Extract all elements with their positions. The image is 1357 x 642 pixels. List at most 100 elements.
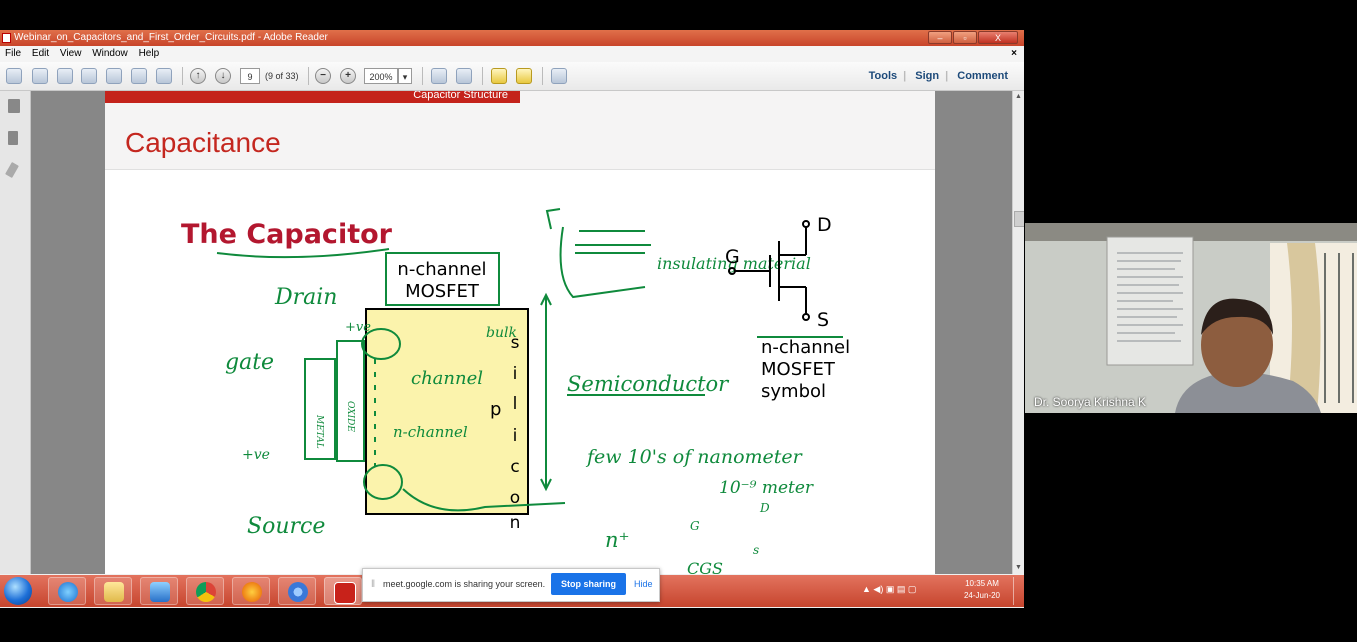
menu-edit[interactable]: Edit [32,48,49,59]
stop-sharing-button[interactable]: Stop sharing [551,573,626,595]
zoom-out-icon[interactable]: − [315,68,331,84]
show-desktop-button[interactable] [1013,577,1022,605]
slide-title: Capacitance [125,127,281,158]
clock-time: 10:35 AM [965,579,999,588]
window-controls: – ▫ X [928,31,1018,44]
symbol-label-2: MOSFET [761,359,836,380]
svg-text:gate: gate [225,350,274,375]
taskbar-chrome-2[interactable] [278,577,316,605]
toolbar-divider [182,67,183,85]
zoom-in-icon[interactable]: + [340,68,356,84]
taskbar-ie[interactable] [48,577,86,605]
video-frame [1025,223,1357,413]
fullscreen-icon[interactable] [551,68,567,84]
previous-page-icon[interactable]: ↑ [190,68,206,84]
svg-text:c: c [510,457,519,477]
screen-share: Webinar_on_Capacitors_and_First_Order_Ci… [0,30,1024,608]
toolbar-divider [482,67,483,85]
toolbar-divider [308,67,309,85]
sign-tab[interactable]: Sign [909,70,945,82]
next-page-icon[interactable]: ↓ [215,68,231,84]
page-number-input[interactable]: 9 [240,68,260,84]
page-count: (9 of 33) [265,71,299,81]
slide-drawing: The Capacitor n-channel MOSFET s i l i c… [181,208,850,574]
menu-help[interactable]: Help [139,48,160,59]
navigation-pane [0,91,31,574]
attachments-icon[interactable] [5,161,19,179]
svg-text:n⁺: n⁺ [605,528,630,552]
insulator-sketch [559,226,646,299]
p-type-label: p [490,399,501,420]
svg-text:Source: Source [247,514,325,539]
terminal-g: G [725,246,740,268]
svg-text:OXIDE: OXIDE [345,401,355,432]
comment-tab[interactable]: Comment [951,70,1014,82]
menu-bar: File Edit View Window Help × [0,46,1024,62]
capacitor-heading: The Capacitor [181,219,393,250]
page-thumbnails-icon[interactable] [8,99,20,113]
svg-text:i: i [513,364,518,384]
drag-handle-icon[interactable]: ‖ [371,579,375,590]
edit-icon[interactable] [57,68,73,84]
box-label-2: MOSFET [405,281,480,302]
fit-page-icon[interactable] [456,68,472,84]
svg-text:s: s [753,543,759,557]
highlight-icon[interactable] [516,68,532,84]
taskbar-adobe-reader[interactable] [324,577,362,605]
minimize-button[interactable]: – [928,31,952,44]
scroll-up-icon[interactable]: ▲ [1015,93,1022,100]
media-player-icon [150,582,170,602]
maximize-button[interactable]: ▫ [953,31,977,44]
save-icon[interactable] [106,68,122,84]
internet-explorer-icon [58,582,78,602]
screen-share-notification: ‖ meet.google.com is sharing your screen… [362,568,660,602]
zoom-select[interactable]: 200% [364,68,398,84]
window-title: Webinar_on_Capacitors_and_First_Order_Ci… [14,32,328,43]
task-panes: Tools | Sign | Comment [863,62,1014,90]
participant-video-tile[interactable]: Dr. Soorya Krishna K [1025,223,1357,413]
menu-file[interactable]: File [5,48,21,59]
svg-text:n: n [510,513,521,533]
svg-text:D: D [759,501,770,515]
svg-text:i: i [513,426,518,446]
hide-button[interactable]: Hide [634,579,653,589]
email-icon[interactable] [156,68,172,84]
terminal-d: D [817,214,832,236]
svg-text:l: l [513,394,518,414]
open-icon[interactable] [32,68,48,84]
start-button-icon[interactable] [4,577,32,605]
bookmarks-icon[interactable] [8,131,18,145]
comment-icon[interactable] [491,68,507,84]
menu-window[interactable]: Window [92,48,128,59]
document-area[interactable]: Capacitor Structure Capacitance The Capa… [31,91,1012,574]
svg-text:n-channel: n-channel [393,423,468,441]
clock[interactable]: 10:35 AM 24-Jun-20 [957,578,1007,602]
system-tray-icons[interactable]: ▲ ◀) ▣ ▤ ▢ [862,584,916,595]
create-pdf-icon[interactable] [6,68,22,84]
taskbar-explorer[interactable] [94,577,132,605]
svg-text:channel: channel [411,368,483,389]
symbol-label-1: n-channel [761,337,850,358]
close-button[interactable]: X [978,31,1018,44]
firefox-icon [242,582,262,602]
menu-view[interactable]: View [60,48,82,59]
print-icon[interactable] [131,68,147,84]
adobe-reader-icon [2,33,11,43]
zoom-dropdown-icon[interactable]: ▾ [398,68,412,84]
section-label: Capacitor Structure [105,91,520,103]
slide-header: Capacitor Structure Capacitance [105,91,935,170]
tools-tab[interactable]: Tools [863,70,904,82]
vertical-scrollbar[interactable]: ▲ ▼ [1012,91,1024,574]
taskbar-firefox[interactable] [232,577,270,605]
taskbar-media[interactable] [140,577,178,605]
document-close-button[interactable]: × [1011,46,1017,62]
folder-icon [104,582,124,602]
taskbar-chrome[interactable] [186,577,224,605]
title-bar: Webinar_on_Capacitors_and_First_Order_Ci… [0,30,1024,46]
cloud-icon[interactable] [81,68,97,84]
insulator-lines [575,230,651,254]
scroll-down-icon[interactable]: ▼ [1015,564,1022,571]
fit-width-icon[interactable] [431,68,447,84]
scroll-thumb[interactable] [1014,211,1024,227]
chrome-icon [196,582,216,602]
